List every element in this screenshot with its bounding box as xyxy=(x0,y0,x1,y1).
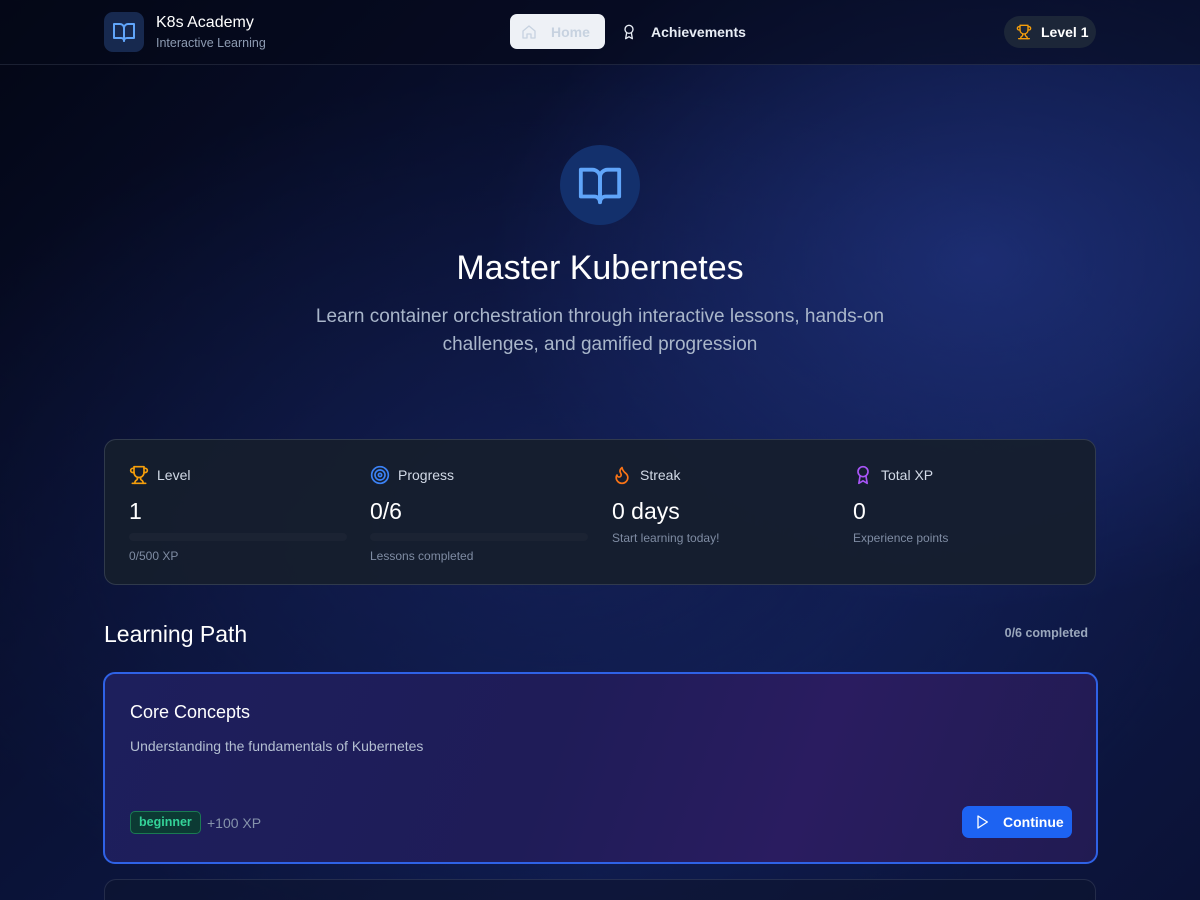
continue-label: Continue xyxy=(1003,814,1064,830)
award-icon xyxy=(853,465,873,485)
stat-label: Progress xyxy=(398,467,455,483)
nav-home-button[interactable]: Home xyxy=(510,14,605,49)
stat-value: 0/6 xyxy=(370,498,402,524)
lesson-card[interactable] xyxy=(104,879,1096,900)
stat-label: Level xyxy=(157,467,191,483)
difficulty-badge: beginner xyxy=(130,811,201,834)
stat-note: Experience points xyxy=(853,531,949,545)
lessons-progress-bar xyxy=(370,533,588,541)
trophy-icon xyxy=(1016,24,1032,40)
page-title: Master Kubernetes xyxy=(456,249,744,287)
stat-streak: Streak 0 days Start learning today! xyxy=(612,464,830,545)
brand[interactable]: K8s Academy Interactive Learning xyxy=(104,12,266,52)
stat-progress: Progress 0/6 Lessons completed xyxy=(370,464,588,563)
level-badge-label: Level 1 xyxy=(1041,24,1089,40)
nav-home-label: Home xyxy=(551,23,590,40)
stat-value: 0 days xyxy=(612,498,680,524)
lesson-description: Understanding the fundamentals of Kubern… xyxy=(130,738,424,754)
learning-path-title: Learning Path xyxy=(104,621,248,647)
learning-path-count: 0/6 completed xyxy=(1004,626,1088,640)
app-subtitle: Interactive Learning xyxy=(156,36,266,50)
home-icon xyxy=(521,24,537,40)
page-description: Learn container orchestration through in… xyxy=(315,306,885,355)
stat-value: 0 xyxy=(853,498,866,524)
play-icon xyxy=(974,814,990,830)
level-badge[interactable]: Level 1 xyxy=(1004,16,1096,48)
stat-total-xp: Total XP 0 Experience points xyxy=(853,464,1071,545)
stat-label: Total XP xyxy=(881,467,934,483)
nav-achievements-label: Achievements xyxy=(651,23,746,40)
nav-achievements-button[interactable]: Achievements xyxy=(619,14,746,49)
stat-label: Streak xyxy=(640,467,681,483)
stat-level: Level 1 0/500 XP xyxy=(129,464,347,563)
top-navbar: K8s Academy Interactive Learning Home Ac… xyxy=(0,0,1200,65)
stats-card: Level 1 0/500 XP Progress 0/6 Lessons co… xyxy=(104,439,1096,585)
book-open-icon xyxy=(560,145,640,225)
continue-button[interactable]: Continue xyxy=(962,806,1072,838)
lesson-title: Core Concepts xyxy=(130,702,251,722)
stat-note: Start learning today! xyxy=(612,531,720,545)
stat-note: 0/500 XP xyxy=(129,549,179,563)
lesson-xp: +100 XP xyxy=(207,815,262,831)
app-name: K8s Academy xyxy=(156,14,254,31)
award-icon xyxy=(621,24,637,40)
stat-value: 1 xyxy=(129,498,142,524)
lesson-card[interactable]: Core Concepts Understanding the fundamen… xyxy=(103,672,1098,864)
book-open-icon xyxy=(104,12,144,52)
target-icon xyxy=(370,465,390,485)
stat-note: Lessons completed xyxy=(370,549,474,563)
flame-icon xyxy=(612,465,632,485)
xp-progress-bar xyxy=(129,533,347,541)
main-nav: Home Achievements xyxy=(510,14,746,49)
trophy-icon xyxy=(129,465,149,485)
